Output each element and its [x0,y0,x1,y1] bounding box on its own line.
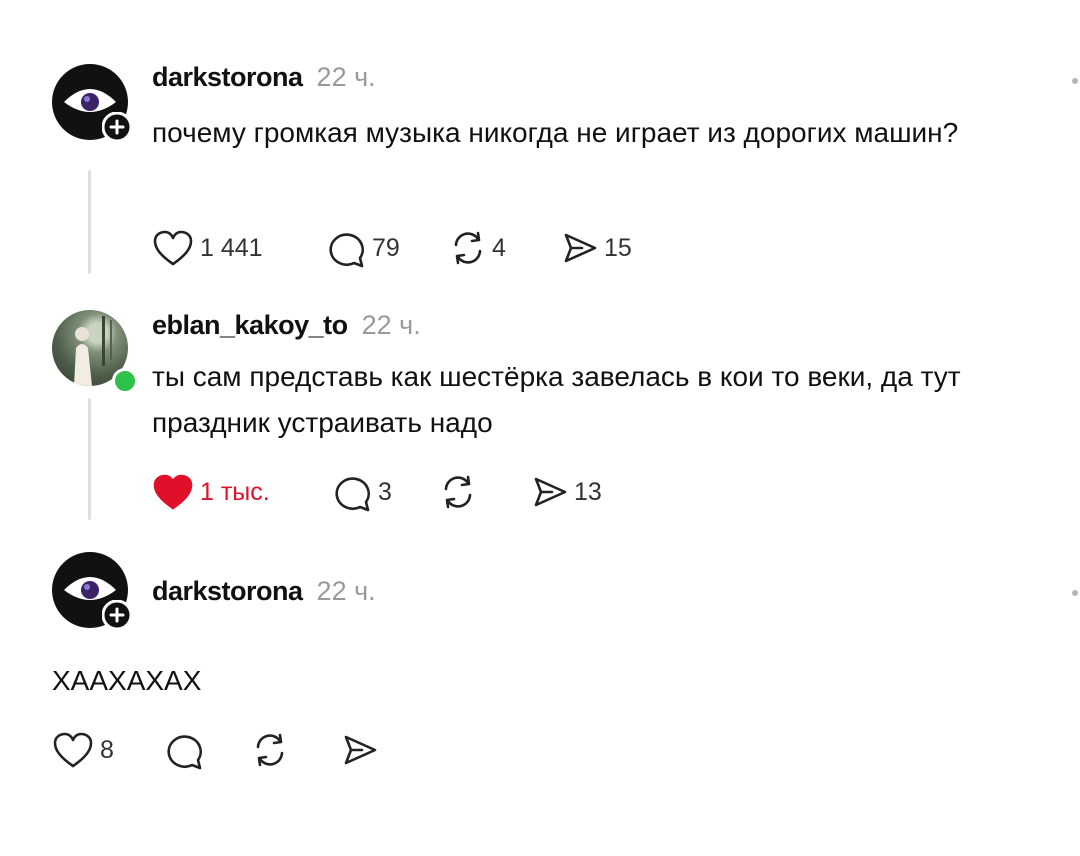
reply-count: 3 [378,477,392,506]
post-text: ты сам представь как шестёрка завелась в… [152,361,961,438]
heart-icon [153,230,193,266]
like-button[interactable]: 8 [52,728,114,772]
repost-button[interactable] [440,470,482,514]
reply-count: 79 [372,233,400,262]
reply-button[interactable]: 3 [330,470,392,514]
repost-button[interactable] [252,728,294,772]
post-2: eblan_kakoy_to 22 ч. ты сам представь ка… [0,290,1080,530]
avatar[interactable] [52,552,132,630]
like-count: 1 441 [200,233,263,262]
share-count: 15 [604,233,632,262]
action-bar: 1 тыс. 3 13 [152,470,752,514]
like-button[interactable]: 1 441 [152,226,263,270]
timestamp[interactable]: 22 ч. [317,576,376,607]
comment-icon [329,233,364,268]
username[interactable]: darkstorona [152,62,303,93]
avatar[interactable] [52,310,142,400]
reply-button[interactable]: 79 [324,226,400,270]
action-bar: 8 [52,728,652,772]
post-text: ХААХАХАХ [52,665,202,696]
repost-icon [444,475,472,509]
online-status-dot [112,368,138,394]
repost-count: 4 [492,233,506,262]
post-1: darkstorona 22 ч. почему громкая музыка … [0,0,1080,290]
post-header: eblan_kakoy_to 22 ч. [152,310,421,341]
more-icon[interactable] [1072,78,1078,84]
comment-icon [167,735,202,770]
plus-icon[interactable] [102,600,132,630]
repost-button[interactable]: 4 [450,226,506,270]
thread-line [88,170,91,274]
share-button[interactable]: 15 [562,226,632,270]
action-bar: 1 441 79 4 15 [152,226,752,270]
heart-filled-icon [153,474,193,510]
heart-icon [53,732,93,768]
timestamp[interactable]: 22 ч. [362,310,421,341]
plus-icon[interactable] [102,112,132,142]
repost-icon [256,733,284,767]
share-count: 13 [574,477,602,506]
like-button[interactable]: 1 тыс. [152,470,270,514]
like-count: 8 [100,735,114,764]
like-count: 1 тыс. [200,477,270,506]
share-icon [534,477,567,507]
share-icon [564,233,597,263]
comment-icon [335,477,370,512]
thread-line [88,398,91,520]
share-icon [344,735,377,765]
post-text: почему громкая музыка никогда не играет … [152,117,959,148]
share-button[interactable] [342,728,384,772]
more-icon[interactable] [1072,590,1078,596]
post-header: darkstorona 22 ч. [152,62,376,93]
share-button[interactable]: 13 [532,470,602,514]
username[interactable]: darkstorona [152,576,303,607]
timestamp[interactable]: 22 ч. [317,62,376,93]
username[interactable]: eblan_kakoy_to [152,310,348,341]
avatar[interactable] [52,64,132,142]
post-3: darkstorona 22 ч. ХААХАХАХ 8 [0,530,1080,856]
post-header: darkstorona 22 ч. [152,576,376,607]
repost-icon [454,231,482,265]
reply-button[interactable] [162,728,210,772]
